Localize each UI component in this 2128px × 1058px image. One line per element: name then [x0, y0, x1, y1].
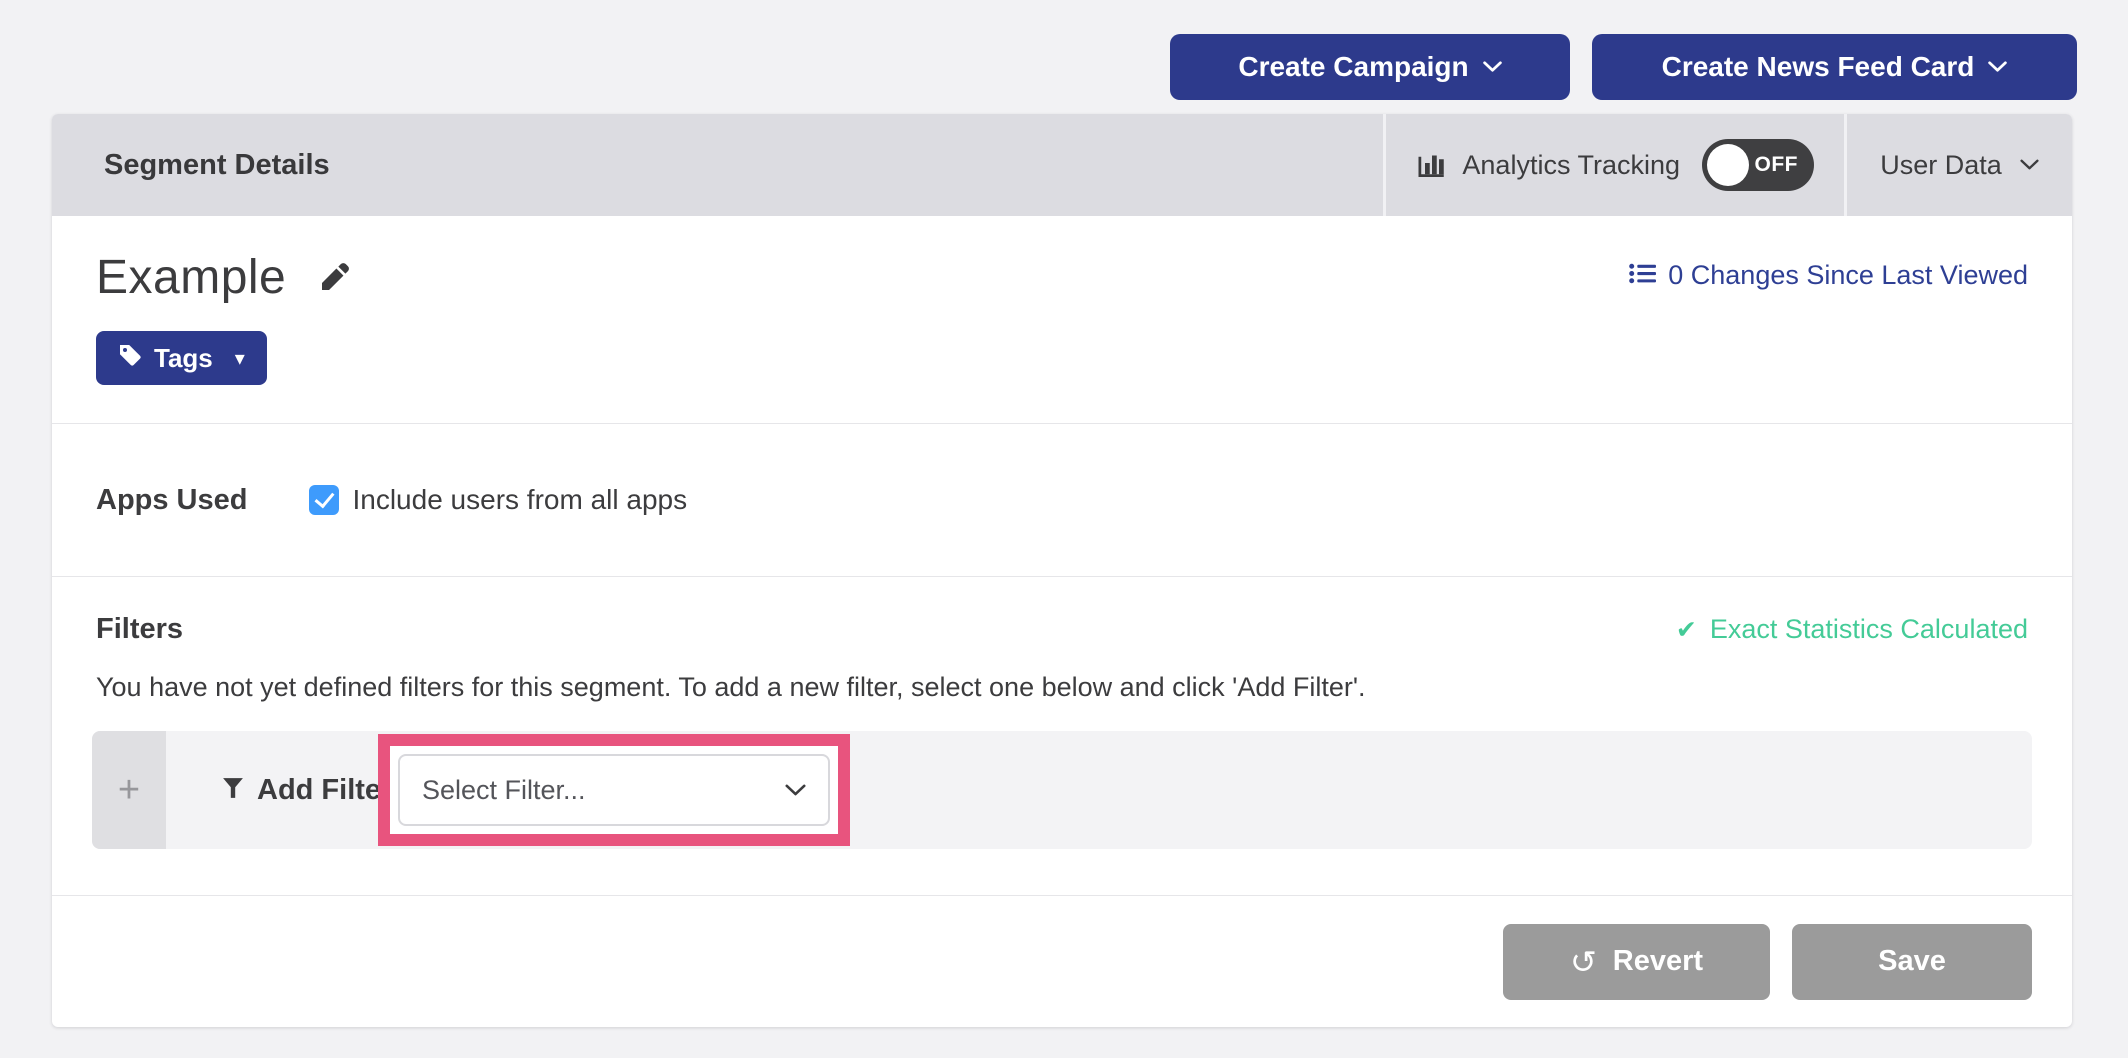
chevron-down-icon	[785, 784, 806, 797]
tag-icon	[118, 343, 142, 374]
bar-chart-icon	[1416, 148, 1446, 183]
exact-statistics-status: ✔ Exact Statistics Calculated	[1676, 614, 2028, 645]
segment-details-card: Segment Details Analytics Tracking OFF U…	[52, 114, 2072, 1027]
list-icon	[1629, 260, 1656, 291]
plus-icon: +	[118, 769, 140, 812]
changes-link-label: 0 Changes Since Last Viewed	[1668, 260, 2028, 291]
apps-used-section: Apps Used Include users from all apps	[52, 423, 2072, 576]
add-filter-label: Add Filter	[257, 774, 392, 807]
panel-title: Segment Details	[52, 114, 1383, 216]
save-button[interactable]: Save	[1792, 924, 2032, 1000]
select-filter-value: Select Filter...	[422, 775, 586, 806]
create-campaign-label: Create Campaign	[1238, 51, 1468, 83]
tags-button[interactable]: Tags ▾	[96, 331, 267, 385]
apps-used-label: Apps Used	[96, 484, 247, 517]
panel-header: Segment Details Analytics Tracking OFF U…	[52, 114, 2072, 216]
select-filter-highlight: Select Filter...	[378, 734, 850, 846]
create-news-feed-card-button[interactable]: Create News Feed Card	[1592, 34, 2077, 100]
pencil-icon	[316, 284, 352, 299]
analytics-tracking-label: Analytics Tracking	[1462, 150, 1680, 181]
chevron-down-icon	[1988, 61, 2007, 73]
save-button-label: Save	[1878, 945, 1946, 978]
include-all-apps-checkbox[interactable]	[309, 485, 339, 515]
user-data-dropdown[interactable]: User Data	[1844, 114, 2072, 216]
edit-name-button[interactable]	[316, 260, 352, 296]
user-data-label: User Data	[1880, 150, 2002, 181]
select-filter-dropdown[interactable]: Select Filter...	[398, 754, 830, 826]
segment-title-section: Example 0 Changes Since Last Viewed	[52, 216, 2072, 423]
revert-button-label: Revert	[1613, 945, 1703, 978]
chevron-down-icon	[2020, 159, 2039, 171]
analytics-tracking-section: Analytics Tracking OFF	[1383, 114, 1844, 216]
tags-button-label: Tags	[154, 343, 213, 374]
filters-header-row: Filters ✔ Exact Statistics Calculated	[92, 613, 2032, 646]
create-campaign-button[interactable]: Create Campaign	[1170, 34, 1570, 100]
exact-statistics-label: Exact Statistics Calculated	[1710, 614, 2028, 645]
caret-down-icon: ▾	[235, 346, 245, 370]
include-all-apps-label: Include users from all apps	[352, 484, 687, 516]
create-news-feed-card-label: Create News Feed Card	[1662, 51, 1975, 83]
toggle-state-label: OFF	[1755, 139, 1799, 191]
toggle-knob	[1707, 144, 1749, 186]
select-filter-highlight-inner: Select Filter...	[390, 746, 838, 834]
chevron-down-icon	[1483, 61, 1502, 73]
filters-empty-message: You have not yet defined filters for thi…	[92, 672, 2032, 703]
add-filter-row: + Add Filter Select Filter...	[92, 731, 2032, 849]
filters-section: Filters ✔ Exact Statistics Calculated Yo…	[52, 576, 2072, 895]
segment-name: Example	[96, 250, 286, 305]
analytics-tracking-toggle[interactable]: OFF	[1702, 139, 1814, 191]
add-filter-label-group: Add Filter	[222, 774, 392, 807]
revert-button[interactable]: ↺ Revert	[1503, 924, 1770, 1000]
changes-since-last-viewed-link[interactable]: 0 Changes Since Last Viewed	[1629, 260, 2028, 291]
include-all-apps-row: Include users from all apps	[309, 484, 687, 516]
add-filter-plus-button[interactable]: +	[92, 731, 166, 849]
check-icon: ✔	[1676, 615, 1697, 644]
funnel-icon	[222, 774, 244, 807]
filters-label: Filters	[96, 613, 183, 646]
footer-actions: ↺ Revert Save	[52, 895, 2072, 1027]
revert-icon: ↺	[1570, 943, 1597, 981]
